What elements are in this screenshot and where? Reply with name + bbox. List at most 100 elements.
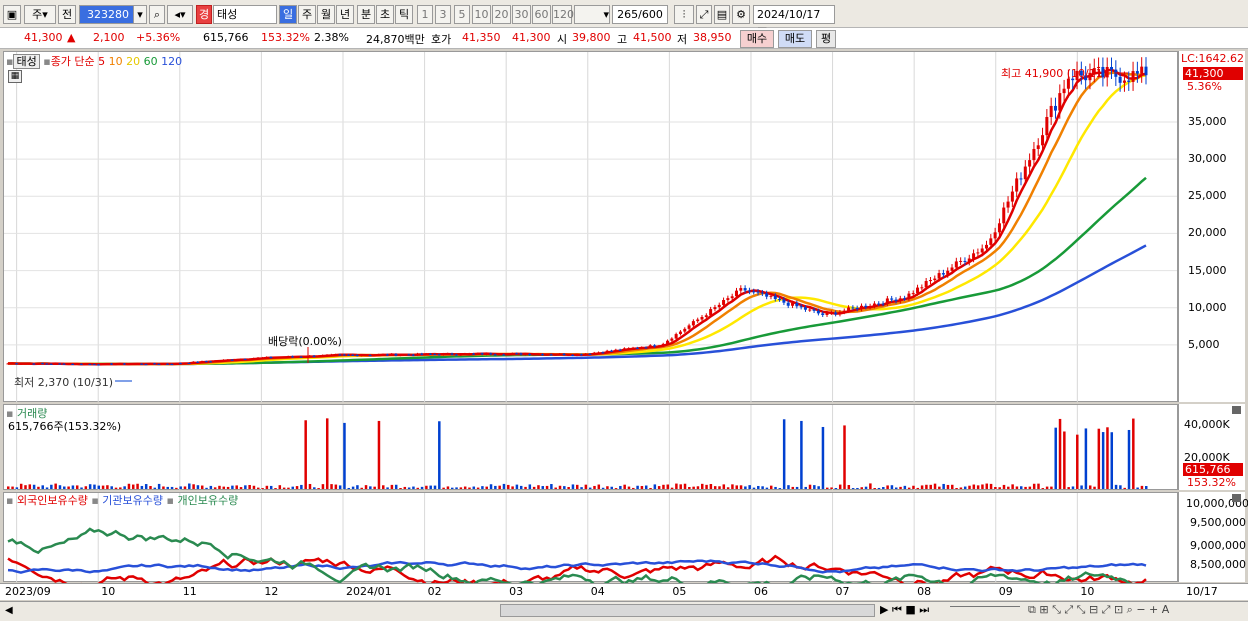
candle-body: [49, 363, 53, 365]
volume-bar: [507, 484, 510, 489]
holding-close-icon[interactable]: [1232, 494, 1241, 502]
volume-bar: [1140, 485, 1144, 489]
candle-body: [88, 364, 92, 366]
candle-body: [579, 354, 583, 356]
volume-bar: [938, 486, 941, 489]
volume-bar: [709, 484, 713, 489]
volume-bar: [601, 487, 605, 489]
volume-bar: [1136, 487, 1139, 489]
candle-body: [851, 307, 855, 309]
institution-legend: 기관보유수량: [102, 494, 164, 507]
candle-body: [963, 260, 967, 262]
candle-body: [135, 363, 139, 365]
volume-bar: [170, 486, 174, 489]
volume-bar: [334, 484, 338, 489]
volume-bar: [377, 420, 381, 489]
volume-bar: [619, 485, 622, 489]
price-tick: 30,000: [1188, 152, 1227, 166]
volume-bar: [1127, 429, 1131, 489]
volume-bar: [386, 487, 389, 489]
volume-bar: [485, 486, 488, 489]
volume-bar: [946, 484, 950, 489]
foreign-legend: 외국인보유수량: [16, 494, 88, 507]
candle-body: [683, 328, 687, 332]
volume-bar: [41, 485, 44, 489]
candle-body: [1058, 93, 1062, 111]
hold-tick-95: 9,500,000: [1190, 516, 1246, 529]
volume-bar: [80, 487, 83, 489]
candle-body: [329, 354, 333, 356]
candle-body: [252, 358, 256, 360]
candle-body: [286, 356, 290, 358]
volume-bar: [1145, 486, 1148, 489]
candle-body: [532, 354, 536, 356]
candle-body: [571, 354, 575, 356]
candle-body: [230, 359, 234, 361]
candle-body: [536, 354, 540, 356]
candle-body: [1002, 207, 1006, 224]
candle-body: [92, 364, 96, 366]
candle-body: [217, 360, 221, 362]
volume-bar: [851, 488, 855, 489]
candle-body: [834, 312, 838, 315]
candle-body: [316, 356, 320, 358]
candle-body: [808, 309, 812, 311]
candle-body: [829, 312, 833, 314]
volume-bar: [550, 484, 553, 489]
scroll-left-icon[interactable]: ◀: [5, 605, 13, 616]
volume-bar: [287, 487, 290, 489]
candle-body: [489, 353, 493, 355]
volume-bar: [394, 484, 398, 489]
candle-body: [122, 363, 126, 365]
hold-tick-85: 8,500,000: [1190, 558, 1246, 571]
candle-body: [644, 347, 648, 349]
volume-bar: [97, 485, 101, 489]
volume-bar: [1106, 427, 1109, 489]
volume-bar: [1097, 428, 1101, 489]
volume-bar: [576, 484, 579, 489]
volume-bar: [843, 425, 846, 489]
volume-bar: [532, 486, 536, 489]
volume-bar: [1041, 488, 1045, 489]
scroll-thumb[interactable]: [500, 604, 875, 617]
volume-bar: [976, 485, 980, 489]
volume-value-label: 615,766주(153.32%): [8, 420, 122, 433]
candle-body: [1032, 148, 1036, 161]
candle-body: [84, 364, 88, 366]
volume-bar: [291, 486, 294, 489]
volume-bar: [226, 486, 230, 489]
volume-bar: [688, 486, 691, 489]
volume-bar: [657, 486, 661, 489]
candle-body: [484, 353, 488, 355]
volume-bar: [209, 485, 213, 489]
volume-bar: [541, 486, 545, 489]
candle-body: [165, 363, 169, 365]
volume-bar: [890, 485, 894, 489]
candle-body: [954, 261, 958, 268]
volume-bar: [653, 484, 657, 489]
volume-bar: [666, 484, 670, 489]
volume-bar: [774, 486, 777, 489]
candle-body: [131, 363, 135, 365]
grid-toggle-icon[interactable]: ▦: [8, 70, 22, 83]
volume-bar: [502, 483, 506, 489]
volume-bar: [425, 485, 428, 489]
volume-bar: [588, 487, 592, 489]
playback-controls[interactable]: ▶ ⏮ ■ ⏭: [880, 603, 929, 617]
candle-body: [782, 299, 786, 303]
volume-close-icon[interactable]: [1232, 406, 1241, 414]
candle-body: [678, 331, 682, 335]
tool-icons[interactable]: ⧉ ⊞ ⤡ ⤢ ⤡ ⊟ ⤢ ⊡ ⌕ − + A: [1028, 603, 1169, 617]
candle-body: [691, 321, 695, 326]
candle-body: [605, 350, 609, 353]
volume-bar: [351, 486, 355, 489]
zoom-slider[interactable]: [950, 606, 1020, 607]
candle-body: [325, 354, 329, 356]
x-label: 09: [998, 585, 1013, 598]
candle-body: [877, 303, 881, 305]
candle-body: [338, 354, 342, 356]
candle-body: [791, 302, 795, 306]
candle-body: [985, 244, 989, 249]
volume-bar: [739, 485, 743, 489]
volume-bar: [748, 485, 751, 489]
